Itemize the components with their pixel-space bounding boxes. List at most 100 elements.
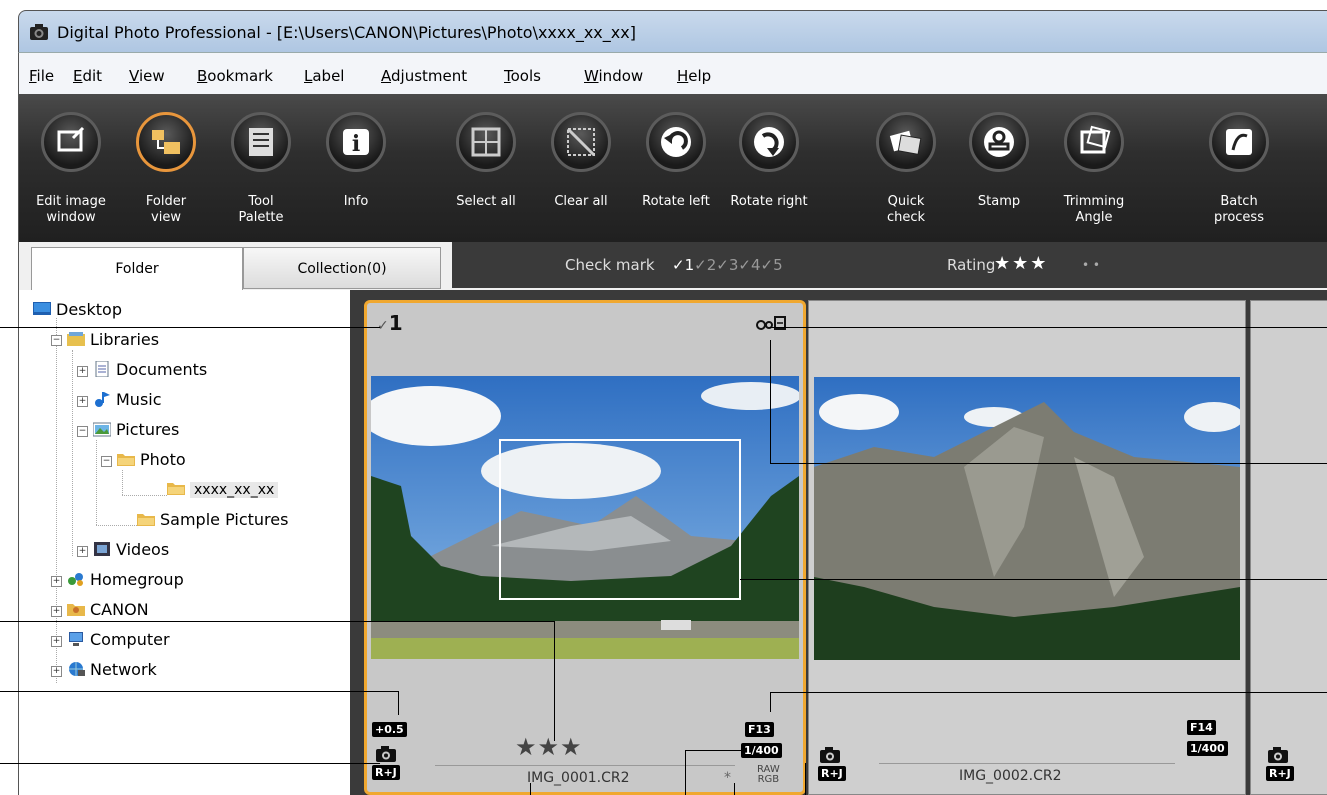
- tree-node-sample-pictures[interactable]: Sample Pictures: [137, 510, 288, 529]
- tree-node-canon[interactable]: CANON: [67, 600, 149, 619]
- format-badge: R+J: [818, 766, 846, 781]
- clear-all-button[interactable]: Clear all: [536, 94, 626, 242]
- expand-toggle[interactable]: +: [77, 546, 88, 557]
- expand-toggle[interactable]: +: [77, 366, 88, 377]
- toolbar-button-label: Trimming Angle: [1063, 194, 1125, 225]
- rotate-right-button[interactable]: Rotate right: [724, 94, 814, 242]
- network-icon: [69, 662, 85, 676]
- info-button[interactable]: i Info: [311, 94, 401, 242]
- format-badge: R+J: [372, 765, 400, 780]
- tree-node-videos[interactable]: Videos: [93, 540, 169, 559]
- select-all-button[interactable]: Select all: [441, 94, 531, 242]
- toolbar-button-label: Rotate right: [730, 194, 808, 209]
- shutter-speed-badge: 1/400: [1187, 741, 1228, 756]
- tree-node-computer[interactable]: Computer: [67, 630, 170, 649]
- tree-label: Documents: [116, 360, 208, 379]
- check-mark-badge: ✓1: [377, 311, 403, 335]
- menu-tools[interactable]: Tools: [504, 67, 541, 85]
- desktop-icon: [33, 302, 51, 315]
- check-mark-filter-1[interactable]: ✓1: [672, 256, 694, 274]
- expand-toggle[interactable]: +: [51, 576, 62, 587]
- tab-folder[interactable]: Folder: [31, 247, 243, 291]
- title-bar: Digital Photo Professional - [E:\Users\C…: [18, 10, 1327, 53]
- check-mark-label: Check mark: [565, 256, 655, 274]
- expand-toggle[interactable]: +: [51, 666, 62, 677]
- thumbnail-1[interactable]: ✓1 +0.5 F13 1/400 ★★★ R+J IMG_0001.CR2 *…: [364, 300, 806, 795]
- rotate-left-icon: [646, 112, 706, 172]
- tree-label: Photo: [140, 450, 186, 469]
- tool-palette-button[interactable]: Tool Palette: [216, 94, 306, 242]
- tree-node-libraries[interactable]: Libraries: [67, 330, 159, 349]
- thumbnail-area: ✓1 +0.5 F13 1/400 ★★★ R+J IMG_0001.CR2 *…: [350, 290, 1327, 795]
- aperture-badge: F14: [1187, 720, 1216, 735]
- raw-rgb-indicator: RAW RGB: [757, 764, 780, 785]
- folder-view-icon: [136, 112, 196, 172]
- check-mark-filter-2[interactable]: ✓2: [694, 256, 716, 274]
- menu-label[interactable]: Label: [304, 67, 344, 85]
- videos-icon: [94, 542, 110, 556]
- tree-node-date-folder[interactable]: xxxx_xx_xx: [167, 480, 279, 498]
- tree-node-pictures[interactable]: Pictures: [93, 420, 179, 439]
- quick-check-icon: [876, 112, 936, 172]
- folder-tree: Desktop − Libraries + Documents + Music …: [18, 290, 352, 795]
- toolbar-button-label: Batch process: [1214, 194, 1264, 225]
- menu-file[interactable]: File: [29, 67, 54, 85]
- menu-edit[interactable]: Edit: [73, 67, 102, 85]
- check-mark-filter-5[interactable]: ✓5: [761, 256, 783, 274]
- rotate-right-icon: [739, 112, 799, 172]
- check-mark-filter-3[interactable]: ✓3: [716, 256, 738, 274]
- batch-process-button[interactable]: Batch process: [1194, 94, 1284, 242]
- toolbar-button-label: Select all: [456, 194, 516, 209]
- filename: IMG_0002.CR2: [959, 768, 1062, 784]
- trimming-frame: [499, 439, 741, 600]
- filter-bar: Check mark ✓1✓2✓3✓4✓5 Rating ★★★ • •: [452, 242, 1327, 288]
- expand-toggle[interactable]: +: [77, 396, 88, 407]
- edit-image-window-button[interactable]: Edit image window: [26, 94, 116, 242]
- select-all-icon: [456, 112, 516, 172]
- quick-check-button[interactable]: Quick check: [861, 94, 951, 242]
- folder-view-button[interactable]: Folder view: [121, 94, 211, 242]
- music-icon: [95, 392, 110, 407]
- format-badge: R+J: [1266, 766, 1294, 781]
- folder-icon: [167, 483, 185, 495]
- tab-collection[interactable]: Collection(0): [243, 247, 441, 289]
- rating-stars: ★★★: [515, 733, 583, 761]
- menu-bookmark[interactable]: Bookmark: [197, 67, 273, 85]
- tree-node-homegroup[interactable]: Homegroup: [67, 570, 184, 589]
- tree-node-desktop[interactable]: Desktop: [33, 300, 122, 319]
- menu-window[interactable]: Window: [584, 67, 643, 85]
- libraries-icon: [67, 332, 85, 346]
- camera-icon: [376, 746, 396, 762]
- rating-filter-empty[interactable]: • •: [1082, 258, 1100, 272]
- stamp-button[interactable]: Stamp: [954, 94, 1044, 242]
- camera-icon: [820, 747, 840, 763]
- rating-filter-stars[interactable]: ★★★: [994, 253, 1048, 274]
- menu-adjustment[interactable]: Adjustment: [381, 67, 467, 85]
- rotate-left-button[interactable]: Rotate left: [631, 94, 721, 242]
- trimming-angle-button[interactable]: Trimming Angle: [1049, 94, 1139, 242]
- tree-label: Desktop: [56, 300, 122, 319]
- tool-palette-icon: [231, 112, 291, 172]
- collapse-toggle[interactable]: −: [77, 426, 88, 437]
- collapse-toggle[interactable]: −: [51, 335, 62, 346]
- tree-node-music[interactable]: Music: [93, 390, 162, 409]
- tree-node-photo[interactable]: Photo: [117, 450, 186, 469]
- tree-node-documents[interactable]: Documents: [93, 360, 207, 379]
- check-mark-filter-4[interactable]: ✓4: [738, 256, 760, 274]
- menu-view[interactable]: View: [129, 67, 165, 85]
- app-camera-icon: [30, 24, 48, 40]
- batch-process-icon: [1209, 112, 1269, 172]
- thumbnail-2[interactable]: F14 1/400 R+J IMG_0002.CR2: [808, 300, 1246, 795]
- toolbar-button-label: Info: [343, 194, 369, 209]
- tree-label: Pictures: [116, 420, 180, 439]
- thumbnail-3[interactable]: R+J: [1250, 300, 1327, 795]
- toolbar-button-label: Edit image window: [36, 194, 106, 225]
- toolbar-button-label: Quick check: [886, 194, 926, 225]
- collapse-toggle[interactable]: −: [101, 456, 112, 467]
- tree-label: Music: [116, 390, 162, 409]
- expand-toggle[interactable]: +: [51, 636, 62, 647]
- expand-toggle[interactable]: +: [51, 606, 62, 617]
- menu-help[interactable]: Help: [677, 67, 711, 85]
- tree-node-network[interactable]: Network: [67, 660, 157, 679]
- camera-icon: [1268, 747, 1288, 763]
